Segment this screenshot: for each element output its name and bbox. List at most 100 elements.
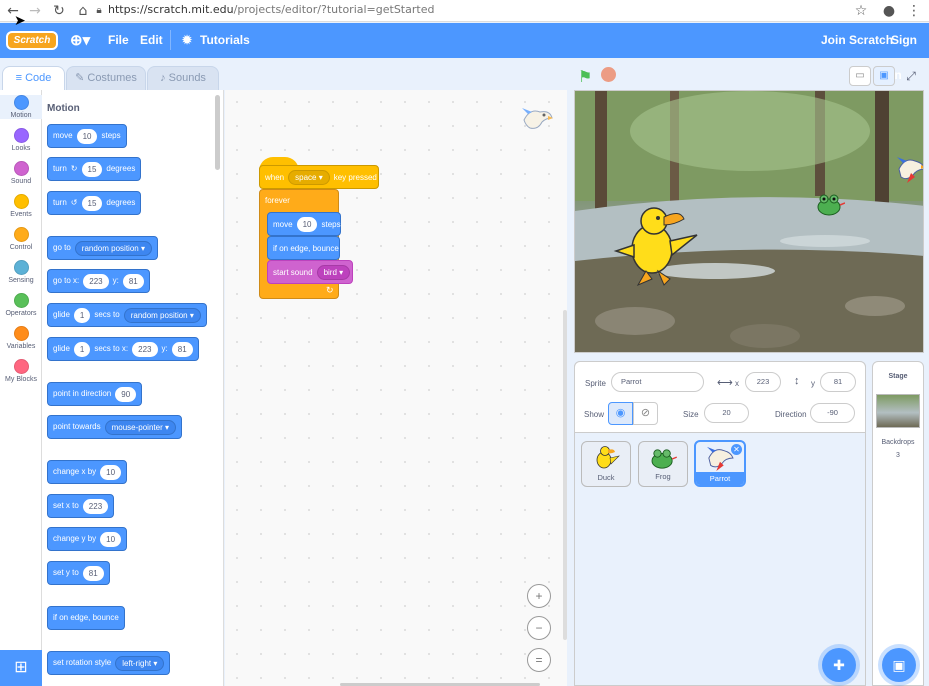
block-input[interactable]: 15 (81, 195, 103, 211)
show-hidden-eye-icon[interactable]: ⊘ (633, 402, 658, 425)
show-visible-eye-icon[interactable]: ◉ (608, 402, 633, 425)
block-rotation-style[interactable]: set rotation style left-right ▾ (47, 651, 171, 675)
direction-input[interactable]: -90 (810, 403, 855, 423)
block-input[interactable]: 223 (132, 341, 158, 357)
key-dropdown[interactable]: space ▾ (288, 169, 330, 185)
address-bar[interactable]: https://scratch.mit.edu/projects/editor/… (108, 3, 434, 16)
category-sound[interactable]: Sound (0, 161, 42, 185)
dropdown-value: random position (81, 243, 139, 253)
block-dropdown[interactable]: random position ▾ (74, 240, 152, 256)
block-text: point towards (53, 422, 101, 431)
stop-icon[interactable] (601, 67, 616, 82)
fullscreen-icon[interactable]: ⤢ (900, 66, 922, 86)
palette-scrollbar[interactable] (215, 95, 220, 170)
block-input[interactable]: 10 (100, 531, 122, 547)
category-dot-icon (13, 128, 29, 143)
file-menu[interactable]: File (108, 23, 129, 58)
x-input[interactable]: 223 (745, 372, 781, 392)
block-input[interactable]: 10 (76, 128, 98, 144)
tab-code[interactable]: ≡ Code (2, 66, 65, 91)
small-stage-icon[interactable]: ▭ (849, 66, 871, 86)
size-input[interactable]: 20 (704, 403, 749, 423)
delete-sprite-icon[interactable]: ✕ (731, 444, 742, 455)
block-dropdown[interactable]: mouse-pointer ▾ (104, 419, 176, 435)
zoom-in-button[interactable]: + (527, 584, 551, 608)
more-menu-icon[interactable]: ⋮ (905, 2, 923, 20)
script-move-block[interactable]: move 10 steps (267, 212, 341, 236)
category-sensing[interactable]: Sensing (0, 260, 42, 284)
category-operators[interactable]: Operators (0, 293, 42, 317)
script-start-sound-block[interactable]: start sound bird ▾ (267, 260, 353, 284)
category-variables[interactable]: Variables (0, 326, 42, 350)
large-stage-icon[interactable]: ▣ (873, 66, 895, 86)
dropdown-value: mouse-pointer (111, 422, 163, 432)
when-key-pressed-block[interactable]: when space ▾ key pressed (259, 165, 379, 189)
edit-menu[interactable]: Edit (140, 23, 163, 58)
join-scratch-link[interactable]: Join Scratch (821, 23, 893, 58)
block-input[interactable]: 90 (115, 386, 137, 402)
zoom-out-button[interactable]: − (527, 616, 551, 640)
sound-dropdown[interactable]: bird ▾ (316, 264, 351, 280)
choose-backdrop-button[interactable]: ▣ (882, 648, 916, 682)
script-vscrollbar[interactable] (563, 310, 567, 640)
sprite-tile-parrot[interactable]: Parrot ✕ (694, 440, 746, 487)
block-goto-xy[interactable]: go to x: 223 y: 81 (47, 269, 150, 293)
block-turn-right[interactable]: turn ↻ 15 degrees (47, 157, 142, 181)
block-input[interactable]: 15 (81, 161, 103, 177)
extension-icon: ⊞ (14, 659, 28, 676)
block-goto[interactable]: go to random position ▾ (47, 236, 158, 260)
reload-icon[interactable]: ↻ (50, 2, 68, 20)
script-bounce-block[interactable]: if on edge, bounce (267, 236, 340, 260)
block-input[interactable]: 81 (171, 341, 193, 357)
block-glide-to[interactable]: glide 1 secs to random position ▾ (47, 303, 207, 327)
block-change-x[interactable]: change x by 10 (47, 460, 128, 484)
category-my-blocks[interactable]: My Blocks (0, 359, 42, 383)
block-input[interactable]: 223 (82, 498, 109, 514)
zoom-reset-button[interactable]: = (527, 648, 551, 672)
block-input[interactable]: 81 (82, 565, 104, 581)
block-set-x[interactable]: set x to 223 (47, 494, 115, 518)
star-icon[interactable]: ☆ (852, 2, 870, 20)
block-set-y[interactable]: set y to 81 (47, 561, 110, 585)
account-icon[interactable]: ● (880, 2, 898, 20)
block-input[interactable]: 10 (296, 216, 318, 232)
sprite-name-input[interactable]: Parrot (611, 372, 704, 392)
stage-selector[interactable]: Stage Backdrops 3 (872, 361, 924, 686)
block-glide-xy[interactable]: glide 1 secs to x: 223 y: 81 (47, 337, 199, 361)
sprite-tile-duck[interactable]: Duck (581, 441, 631, 487)
scratch-logo[interactable]: Scratch (6, 31, 58, 50)
block-turn-left[interactable]: turn ↺ 15 degrees (47, 191, 142, 215)
tab-sounds[interactable]: ♪ Sounds (147, 66, 219, 91)
sign-in-link[interactable]: Sign in (891, 23, 929, 82)
block-input[interactable]: 10 (100, 464, 122, 480)
green-flag-icon[interactable]: ⚑ (578, 67, 592, 87)
stage-canvas[interactable] (574, 90, 924, 353)
category-looks[interactable]: Looks (0, 128, 42, 152)
block-input[interactable]: 1 (73, 307, 91, 323)
block-move[interactable]: move 10 steps (47, 124, 127, 148)
tutorials-menu[interactable]: Tutorials (200, 23, 250, 58)
y-input[interactable]: 81 (820, 372, 856, 392)
block-text: go to x: (53, 276, 80, 285)
category-events[interactable]: Events (0, 194, 42, 218)
choose-sprite-button[interactable]: ✚ (822, 648, 856, 682)
block-input[interactable]: 81 (122, 273, 144, 289)
add-extension-button[interactable]: ⊞ (0, 650, 42, 686)
block-change-y[interactable]: change y by 10 (47, 527, 128, 551)
block-input[interactable]: 1 (73, 341, 91, 357)
tab-costumes[interactable]: ✎ Costumes (66, 66, 146, 91)
block-input[interactable]: 223 (83, 273, 109, 289)
block-point-towards[interactable]: point towards mouse-pointer ▾ (47, 415, 182, 439)
block-dropdown[interactable]: left-right ▾ (115, 655, 165, 671)
language-globe-icon[interactable]: ⊕▾ (70, 23, 90, 58)
block-point-direction[interactable]: point in direction 90 (47, 382, 143, 406)
category-motion[interactable]: Motion (0, 95, 42, 119)
sprite-tile-frog[interactable]: Frog (638, 441, 688, 487)
forward-arrow-icon[interactable]: → (26, 2, 44, 20)
category-control[interactable]: Control (0, 227, 42, 251)
block-bounce[interactable]: if on edge, bounce (47, 606, 125, 630)
duck-sprite[interactable] (612, 199, 702, 289)
parrot-sprite[interactable] (897, 155, 923, 183)
frog-sprite[interactable] (815, 193, 846, 217)
block-dropdown[interactable]: random position ▾ (123, 307, 201, 323)
